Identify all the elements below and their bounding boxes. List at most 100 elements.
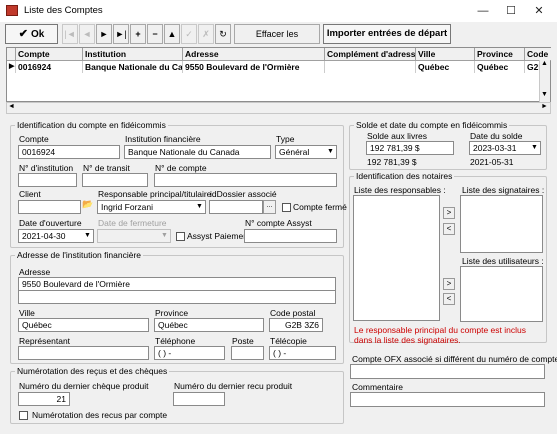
- compte-ofx-label: Compte OFX associé si différent du numér…: [352, 354, 557, 364]
- ville-label: Ville: [19, 308, 35, 318]
- complement-adresse-field[interactable]: [18, 290, 336, 304]
- compte-ferme-checkbox[interactable]: [282, 203, 291, 212]
- dernier-recu-label: Numéro du dernier recu produit: [174, 381, 293, 391]
- first-record-button[interactable]: |◄: [62, 24, 78, 44]
- no-compte-assyst-field[interactable]: [244, 229, 337, 243]
- column-header-compte[interactable]: Compte: [16, 48, 83, 61]
- no-compte-field[interactable]: [154, 173, 337, 187]
- ok-button[interactable]: ✔ Ok: [5, 24, 58, 44]
- commentaire-label: Commentaire: [352, 382, 404, 392]
- no-institution-field[interactable]: [18, 173, 77, 187]
- date-solde-field[interactable]: 2023-03-31 ▼: [469, 141, 541, 155]
- column-header-ville[interactable]: Ville: [416, 48, 475, 61]
- prev-record-button[interactable]: ◄: [79, 24, 95, 44]
- scroll-right-icon[interactable]: ►: [541, 103, 548, 110]
- delete-record-button[interactable]: −: [147, 24, 163, 44]
- iddossier-field[interactable]: [209, 200, 263, 214]
- maximize-button[interactable]: ☐: [498, 2, 524, 20]
- utilisateurs-list[interactable]: [460, 266, 543, 322]
- representant-label: Représentant: [19, 336, 71, 346]
- ellipsis-icon[interactable]: ...: [263, 200, 276, 214]
- date-solde-label: Date du solde: [470, 131, 523, 141]
- responsable-dropdown[interactable]: Ingrid Forzani ▼: [97, 200, 206, 214]
- poste-field[interactable]: [231, 346, 264, 360]
- code-postal-field[interactable]: G2B 3Z6: [269, 318, 323, 332]
- solde-livres-field[interactable]: 192 781,39 $: [366, 141, 454, 155]
- column-header-institution[interactable]: Institution: [83, 48, 183, 61]
- chevron-down-icon[interactable]: ▼: [82, 230, 93, 242]
- scroll-left-icon[interactable]: ◄: [8, 103, 15, 110]
- chevron-down-icon[interactable]: ▼: [159, 230, 170, 242]
- client-label: Client: [19, 189, 41, 199]
- date-ouverture-field[interactable]: 2021-04-30 ▼: [18, 229, 94, 243]
- province-field[interactable]: Québec: [154, 318, 264, 332]
- date-fermeture-field[interactable]: ▼: [97, 229, 171, 243]
- table-cell[interactable]: Banque Nationale du Ca: [83, 61, 183, 73]
- iddossier-label: idDossier associé: [210, 189, 277, 199]
- last-record-button[interactable]: ►|: [113, 24, 129, 44]
- refresh-button[interactable]: ↻: [215, 24, 231, 44]
- table-cell[interactable]: 0016924: [16, 61, 83, 73]
- commentaire-field[interactable]: [350, 392, 545, 407]
- scroll-down-icon[interactable]: ▼: [541, 91, 548, 98]
- assyst-paiement-checkbox[interactable]: [176, 232, 185, 241]
- adresse-field[interactable]: 9550 Boulevard de l'Ormière: [18, 277, 336, 291]
- dernier-recu-field[interactable]: [173, 392, 225, 406]
- cancel-edit-button[interactable]: ✗: [198, 24, 214, 44]
- responsables-list[interactable]: [353, 195, 440, 321]
- province-label: Province: [155, 308, 189, 318]
- signataires-list[interactable]: [460, 195, 543, 253]
- current-row-icon: ▶: [7, 61, 16, 73]
- grid-horizontal-scrollbar[interactable]: ◄ ►: [6, 102, 551, 114]
- check-icon: ✔: [18, 28, 31, 40]
- no-transit-field[interactable]: [82, 173, 148, 187]
- institution-field[interactable]: Banque Nationale du Canada: [124, 145, 271, 159]
- chevron-down-icon[interactable]: ▼: [194, 201, 205, 213]
- adresse-label: Adresse: [19, 267, 51, 277]
- app-icon: [6, 5, 18, 16]
- window-title: Liste des Comptes: [24, 5, 103, 16]
- signataires-label: Liste des signataires :: [462, 185, 545, 195]
- table-cell[interactable]: Québec: [475, 61, 525, 73]
- import-start-entries-button[interactable]: Importer entrées de départ: [323, 24, 451, 44]
- accounts-grid[interactable]: Compte Institution Adresse Complément d'…: [6, 47, 551, 102]
- column-header-adresse[interactable]: Adresse: [183, 48, 325, 61]
- clear-reconciliations-button[interactable]: Effacer les conciliations: [234, 24, 320, 57]
- type-dropdown[interactable]: Général ▼: [275, 145, 337, 159]
- telecopie-field[interactable]: ( ) -: [269, 346, 336, 360]
- remove-utilisateur-button[interactable]: <: [443, 293, 455, 305]
- chevron-down-icon[interactable]: ▼: [529, 142, 540, 154]
- add-utilisateur-button[interactable]: >: [443, 278, 455, 290]
- minimize-button[interactable]: —: [470, 2, 496, 20]
- row-indicator-header: [7, 48, 16, 61]
- no-transit-label: N° de transit: [83, 163, 130, 173]
- client-field[interactable]: [18, 200, 81, 214]
- edit-record-button[interactable]: ▲: [164, 24, 180, 44]
- responsables-label: Liste des responsables :: [354, 185, 446, 195]
- add-record-button[interactable]: +: [130, 24, 146, 44]
- dernier-cheque-field[interactable]: 21: [18, 392, 70, 406]
- scroll-up-icon[interactable]: ▲: [541, 60, 548, 67]
- grid-vertical-scrollbar[interactable]: ▲ ▼: [539, 60, 550, 102]
- compte-field[interactable]: 0016924: [18, 145, 120, 159]
- type-label: Type: [276, 134, 295, 144]
- telephone-field[interactable]: ( ) -: [154, 346, 225, 360]
- date-solde-previous: 2021-05-31: [470, 157, 514, 167]
- folder-icon[interactable]: 📂: [81, 199, 95, 213]
- remove-signataire-button[interactable]: <: [443, 223, 455, 235]
- close-button[interactable]: ✕: [526, 2, 552, 20]
- next-record-button[interactable]: ►: [96, 24, 112, 44]
- column-header-complement[interactable]: Complément d'adresse: [325, 48, 416, 61]
- column-header-province[interactable]: Province: [475, 48, 525, 61]
- chevron-down-icon[interactable]: ▼: [325, 146, 336, 158]
- representant-field[interactable]: [18, 346, 149, 360]
- table-cell[interactable]: [325, 61, 416, 73]
- ville-field[interactable]: Québec: [18, 318, 149, 332]
- compte-ofx-field[interactable]: [350, 364, 545, 379]
- post-edit-button[interactable]: ✓: [181, 24, 197, 44]
- no-institution-label: N° d'institution: [19, 163, 74, 173]
- table-cell[interactable]: Québec: [416, 61, 475, 73]
- numerotation-checkbox[interactable]: [19, 411, 28, 420]
- table-cell[interactable]: 9550 Boulevard de l'Ormière: [183, 61, 325, 73]
- add-signataire-button[interactable]: >: [443, 207, 455, 219]
